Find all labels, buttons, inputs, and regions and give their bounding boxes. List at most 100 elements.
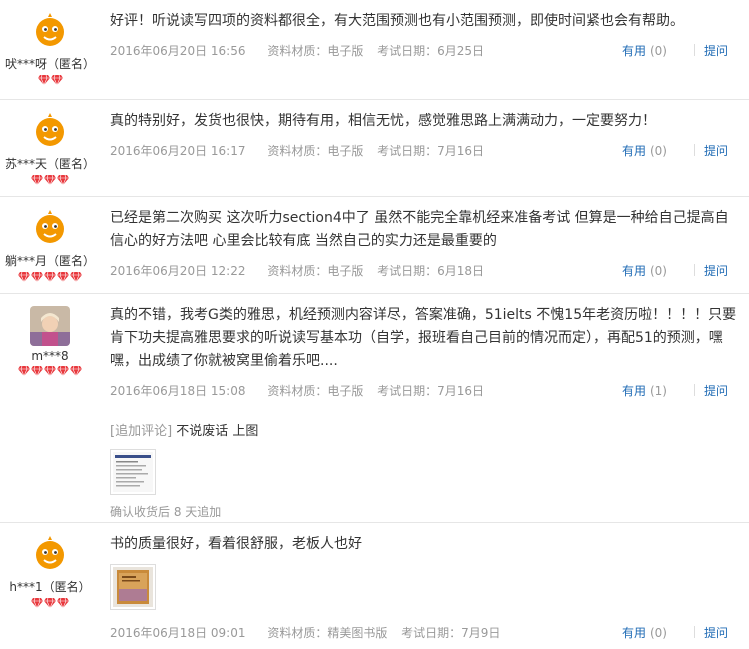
divider bbox=[693, 44, 695, 56]
review-content: 书的质量很好，看着很舒服，老板人也好 2016年06月18日 09:01 资料材… bbox=[110, 533, 740, 642]
avatar[interactable] bbox=[30, 306, 70, 346]
review-meta: 2016年06月20日 16:17 资料材质：电子版 考试日期：7月16日 有用… bbox=[110, 142, 740, 160]
divider bbox=[693, 144, 695, 156]
gem-icon bbox=[57, 597, 69, 608]
gem-icon bbox=[44, 597, 56, 608]
reviewer: 躺***月（匿名） bbox=[0, 209, 100, 283]
review-item: h***1（匿名） 书的质量很好，看着很舒服，老板人也好 2016年06月18日… bbox=[0, 523, 749, 649]
review-content: 真的不错，我考G类的雅思，机经预测内容详尽，答案准确，51ielts 不愧15年… bbox=[110, 304, 740, 520]
ask-link[interactable]: 提问 bbox=[704, 384, 728, 398]
useful-link[interactable]: 有用 bbox=[622, 44, 646, 58]
review-content: 真的特别好，发货也很快，期待有用，相信无忧，感觉雅思路上满满动力，一定要努力！ … bbox=[110, 110, 740, 160]
reviewer-name: m***8 bbox=[31, 349, 69, 363]
review-item: 吠***呀（匿名） 好评！听说读写四项的资料都很全，有大范围预测也有小范围预测，… bbox=[0, 0, 749, 100]
review-exam-date: 考试日期：7月9日 bbox=[401, 626, 501, 640]
reviewer: 苏***天（匿名） bbox=[0, 112, 100, 186]
review-actions: 有用 (0) 提问 bbox=[622, 624, 728, 642]
review-material: 资料材质：电子版 bbox=[267, 264, 364, 278]
gem-icon bbox=[44, 365, 56, 376]
avatar[interactable] bbox=[30, 12, 70, 52]
reviewer-level-gems bbox=[0, 271, 100, 283]
reviewer-level-gems bbox=[0, 597, 100, 609]
followup-text: 不说废话 上图 bbox=[176, 424, 259, 439]
useful-link[interactable]: 有用 bbox=[622, 626, 646, 640]
reviewer-name: 躺***月（匿名） bbox=[4, 254, 95, 268]
review-photo-thumbnail[interactable] bbox=[110, 449, 156, 495]
review-date: 2016年06月20日 16:17 bbox=[110, 144, 246, 158]
review-meta: 2016年06月20日 16:56 资料材质：电子版 考试日期：6月25日 有用… bbox=[110, 42, 740, 60]
review-actions: 有用 (0) 提问 bbox=[622, 142, 728, 160]
review-material: 资料材质：电子版 bbox=[267, 384, 364, 398]
avatar[interactable] bbox=[30, 112, 70, 152]
review-actions: 有用 (0) 提问 bbox=[622, 42, 728, 60]
divider bbox=[693, 384, 695, 396]
gem-icon bbox=[18, 365, 30, 376]
gem-icon bbox=[57, 365, 69, 376]
review-text: 真的特别好，发货也很快，期待有用，相信无忧，感觉雅思路上满满动力，一定要努力！ bbox=[110, 113, 656, 129]
avatar[interactable] bbox=[30, 535, 70, 575]
followup-time: 确认收货后 8 天追加 bbox=[110, 505, 222, 519]
review-item: 苏***天（匿名） 真的特别好，发货也很快，期待有用，相信无忧，感觉雅思路上满满… bbox=[0, 100, 749, 197]
review-material: 资料材质：电子版 bbox=[267, 44, 364, 58]
useful-link[interactable]: 有用 bbox=[622, 264, 646, 278]
followup-comment: [追加评论] 不说废话 上图 bbox=[110, 420, 740, 439]
ask-link[interactable]: 提问 bbox=[704, 264, 728, 278]
reviewer-level-gems bbox=[0, 365, 100, 377]
reviewer-level-gems bbox=[0, 74, 100, 86]
gem-icon bbox=[70, 271, 82, 282]
reviewer: m***8 bbox=[0, 306, 100, 377]
gem-icon bbox=[70, 365, 82, 376]
review-content: 好评！听说读写四项的资料都很全，有大范围预测也有小范围预测，即使时间紧也会有帮助… bbox=[110, 10, 740, 60]
review-date: 2016年06月20日 16:56 bbox=[110, 44, 246, 58]
review-date: 2016年06月20日 12:22 bbox=[110, 264, 246, 278]
useful-link[interactable]: 有用 bbox=[622, 144, 646, 158]
review-actions: 有用 (0) 提问 bbox=[622, 262, 728, 280]
gem-icon bbox=[44, 271, 56, 282]
review-exam-date: 考试日期：7月16日 bbox=[377, 144, 485, 158]
reviewer-name: 吠***呀（匿名） bbox=[4, 57, 95, 71]
gem-icon bbox=[37, 74, 50, 85]
reviewer: 吠***呀（匿名） bbox=[0, 12, 100, 86]
gem-icon bbox=[31, 271, 43, 282]
review-meta: 2016年06月20日 12:22 资料材质：电子版 考试日期：6月18日 有用… bbox=[110, 262, 740, 280]
useful-count: (0) bbox=[649, 626, 667, 640]
divider bbox=[693, 626, 695, 638]
review-meta: 2016年06月18日 09:01 资料材质：精美图书版 考试日期：7月9日 有… bbox=[110, 624, 740, 642]
gem-icon bbox=[18, 271, 30, 282]
review-material: 资料材质：电子版 bbox=[267, 144, 364, 158]
reviewer-level-gems bbox=[0, 174, 100, 186]
review-content: 已经是第二次购买 这次听力section4中了 虽然不能完全靠机经来准备考试 但… bbox=[110, 207, 740, 280]
review-item: m***8 真的不错，我考G类的雅思，机经预测内容详尽，答案准确，51ielts… bbox=[0, 294, 749, 523]
gem-icon bbox=[31, 174, 43, 185]
divider bbox=[693, 264, 695, 276]
review-date: 2016年06月18日 09:01 bbox=[110, 626, 246, 640]
gem-icon bbox=[57, 271, 69, 282]
ask-link[interactable]: 提问 bbox=[704, 144, 728, 158]
avatar[interactable] bbox=[30, 209, 70, 249]
gem-icon bbox=[44, 174, 56, 185]
review-exam-date: 考试日期：7月16日 bbox=[377, 384, 485, 398]
ask-link[interactable]: 提问 bbox=[704, 44, 728, 58]
useful-count: (0) bbox=[649, 44, 667, 58]
useful-count: (0) bbox=[649, 144, 667, 158]
review-meta: 2016年06月18日 15:08 资料材质：电子版 考试日期：7月16日 有用… bbox=[110, 382, 740, 400]
useful-link[interactable]: 有用 bbox=[622, 384, 646, 398]
review-text: 书的质量很好，看着很舒服，老板人也好 bbox=[110, 536, 362, 552]
review-exam-date: 考试日期：6月25日 bbox=[377, 44, 485, 58]
review-text: 已经是第二次购买 这次听力section4中了 虽然不能完全靠机经来准备考试 但… bbox=[110, 210, 729, 249]
review-text: 真的不错，我考G类的雅思，机经预测内容详尽，答案准确，51ielts 不愧15年… bbox=[110, 307, 737, 369]
gem-icon bbox=[31, 365, 43, 376]
reviewer-name: 苏***天（匿名） bbox=[4, 157, 95, 171]
review-item: 躺***月（匿名） 已经是第二次购买 这次听力section4中了 虽然不能完全… bbox=[0, 197, 749, 294]
review-date: 2016年06月18日 15:08 bbox=[110, 384, 246, 398]
followup-tag: [追加评论] bbox=[110, 424, 173, 439]
gem-icon bbox=[31, 597, 43, 608]
review-text: 好评！听说读写四项的资料都很全，有大范围预测也有小范围预测，即使时间紧也会有帮助… bbox=[110, 13, 684, 29]
review-exam-date: 考试日期：6月18日 bbox=[377, 264, 485, 278]
ask-link[interactable]: 提问 bbox=[704, 626, 728, 640]
reviewer: h***1（匿名） bbox=[0, 535, 100, 609]
useful-count: (0) bbox=[649, 264, 667, 278]
review-material: 资料材质：精美图书版 bbox=[267, 626, 388, 640]
review-actions: 有用 (1) 提问 bbox=[622, 382, 728, 400]
review-photo-thumbnail[interactable] bbox=[110, 564, 156, 610]
